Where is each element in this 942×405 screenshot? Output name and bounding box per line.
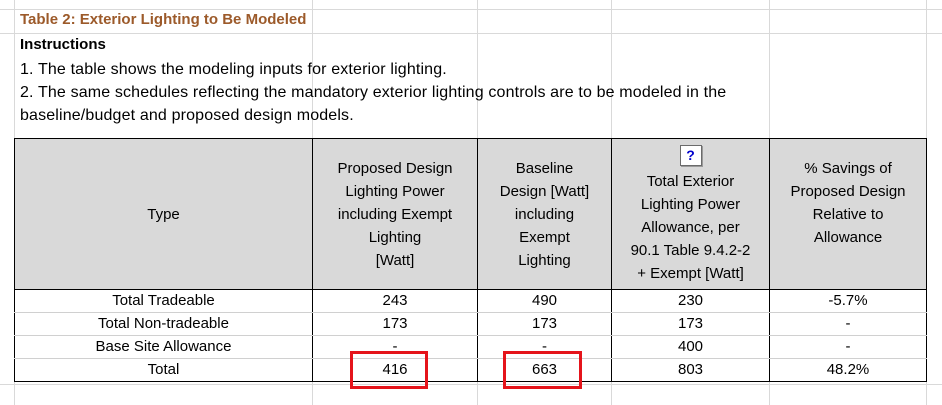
header-line: including <box>514 205 575 223</box>
header-line: Lighting Power <box>640 195 741 213</box>
header-line: Total Exterior <box>646 172 735 190</box>
header-line: Allowance <box>813 228 883 246</box>
header-line: [Watt] <box>375 251 415 269</box>
cell-proposed[interactable]: 173 <box>312 312 478 336</box>
cell-baseline[interactable]: 490 <box>477 289 612 313</box>
cell-proposed[interactable]: 243 <box>312 289 478 313</box>
cell-baseline[interactable]: 173 <box>477 312 612 336</box>
instruction-line: 1. The table shows the modeling inputs f… <box>20 61 447 78</box>
header-line: Lighting <box>518 251 571 269</box>
cell-type[interactable]: Total <box>14 358 313 382</box>
header-baseline: Baseline Design [Watt] including Exempt … <box>477 138 612 290</box>
header-line: Exempt <box>519 228 570 246</box>
header-line: Baseline <box>515 159 574 177</box>
cell-type[interactable]: Total Non-tradeable <box>14 312 313 336</box>
cell-savings[interactable]: - <box>769 335 927 359</box>
header-line: Proposed Design <box>337 159 453 177</box>
header-line: Proposed Design <box>790 182 906 200</box>
instruction-line: baseline/budget and proposed design mode… <box>20 107 354 124</box>
header-savings: % Savings of Proposed Design Relative to… <box>769 138 927 290</box>
header-line: Lighting Power <box>345 182 445 200</box>
header-line: + Exempt [Watt] <box>637 264 744 282</box>
cell-allowance[interactable]: 230 <box>611 289 770 313</box>
cell-allowance[interactable]: 400 <box>611 335 770 359</box>
help-button[interactable]: ? <box>679 144 702 166</box>
table-row: Total Tradeable 243 490 230 -5.7% <box>14 289 927 313</box>
table-row-total: Total 416 663 803 48.2% <box>14 358 927 382</box>
highlight-box-proposed-total <box>350 351 428 389</box>
table-row: Base Site Allowance - - 400 - <box>14 335 927 359</box>
cell-allowance[interactable]: 173 <box>611 312 770 336</box>
instruction-line: 2. The same schedules reflecting the man… <box>20 84 727 101</box>
header-allowance: ? Total Exterior Lighting Power Allowanc… <box>611 138 770 290</box>
header-type: Type <box>14 138 313 290</box>
header-proposed: Proposed Design Lighting Power including… <box>312 138 478 290</box>
table-row: Total Non-tradeable 173 173 173 - <box>14 312 927 336</box>
table-title: Table 2: Exterior Lighting to Be Modeled <box>20 11 307 28</box>
header-line: including Exempt <box>337 205 453 223</box>
instructions-text: 1. The table shows the modeling inputs f… <box>20 58 920 127</box>
instructions-heading: Instructions <box>20 36 106 53</box>
cell-savings[interactable]: 48.2% <box>769 358 927 382</box>
exterior-lighting-table: Type Proposed Design Lighting Power incl… <box>14 138 927 382</box>
cell-type[interactable]: Base Site Allowance <box>14 335 313 359</box>
cell-allowance[interactable]: 803 <box>611 358 770 382</box>
highlight-box-baseline-total <box>503 351 582 389</box>
header-line: Relative to <box>812 205 884 223</box>
header-line: Design [Watt] <box>499 182 590 200</box>
table-header-row: Type Proposed Design Lighting Power incl… <box>14 138 927 290</box>
cell-savings[interactable]: - <box>769 312 927 336</box>
header-line: Allowance, per <box>641 218 740 236</box>
cell-type[interactable]: Total Tradeable <box>14 289 313 313</box>
header-line: Lighting <box>368 228 422 246</box>
header-line: 90.1 Table 9.4.2-2 <box>630 241 751 259</box>
cell-savings[interactable]: -5.7% <box>769 289 927 313</box>
header-line: % Savings of <box>804 159 892 177</box>
